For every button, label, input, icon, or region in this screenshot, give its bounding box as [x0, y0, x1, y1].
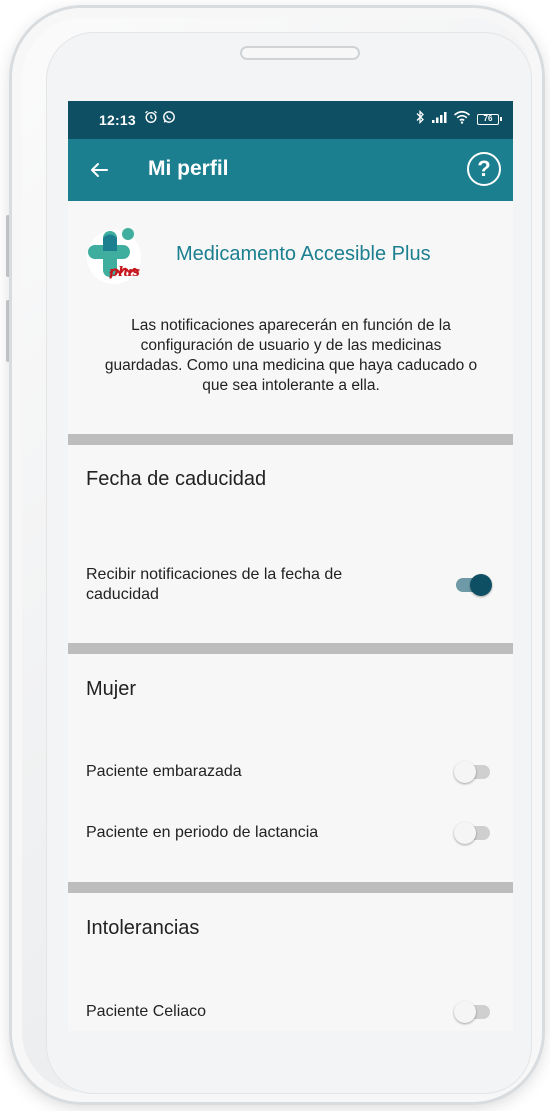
intro-text: Las notificaciones aparecerán en función…	[104, 317, 478, 394]
status-time: 12:13	[99, 112, 136, 128]
alarm-icon	[144, 110, 158, 129]
help-icon: ?	[477, 156, 491, 181]
toggle-celiac[interactable]	[454, 1000, 494, 1024]
section-title-intolerances: Intolerancias	[86, 917, 200, 939]
setting-label-pregnant: Paciente embarazada	[86, 763, 242, 780]
toggle-lactation[interactable]	[454, 821, 494, 845]
back-button[interactable]	[82, 153, 116, 187]
status-icons-right: 76	[415, 109, 502, 129]
toggle-thumb	[454, 761, 476, 783]
phone-speaker	[240, 46, 360, 60]
section-title-woman: Mujer	[86, 678, 137, 700]
whatsapp-icon	[162, 110, 176, 129]
section-divider	[68, 434, 513, 445]
toggle-expiration-notifications[interactable]	[454, 573, 494, 597]
app-screen: 12:13 76 Mi perfil ? plus Medicamento Ac…	[68, 101, 513, 1031]
section-divider	[68, 643, 513, 654]
setting-label-lactation: Paciente en periodo de lactancia	[86, 824, 319, 841]
bluetooth-icon	[415, 109, 425, 129]
toggle-thumb	[454, 1001, 476, 1023]
arrow-left-icon	[91, 163, 108, 177]
help-button[interactable]: ?	[467, 152, 501, 186]
page-title: Mi perfil	[148, 157, 229, 180]
signal-icon	[431, 110, 447, 129]
setting-label-expiration-notifications: Recibir notificaciones de la fecha de ca…	[86, 566, 343, 603]
section-title-expiration: Fecha de caducidad	[86, 468, 267, 490]
phone-mockup: 12:13 76 Mi perfil ? plus Medicamento Ac…	[0, 0, 550, 1111]
status-icons-left	[144, 110, 176, 129]
battery-icon: 76	[477, 114, 502, 125]
toggle-thumb	[470, 574, 492, 596]
section-divider	[68, 882, 513, 893]
setting-label-celiac: Paciente Celiaco	[86, 1003, 207, 1020]
logo-plus-text: plus	[109, 265, 140, 280]
wifi-icon	[453, 110, 471, 129]
toggle-pregnant[interactable]	[454, 760, 494, 784]
toggle-thumb	[454, 822, 476, 844]
app-bar: Mi perfil ?	[68, 139, 513, 201]
app-name: Medicamento Accesible Plus	[176, 243, 431, 265]
status-bar: 12:13 76	[68, 101, 513, 139]
